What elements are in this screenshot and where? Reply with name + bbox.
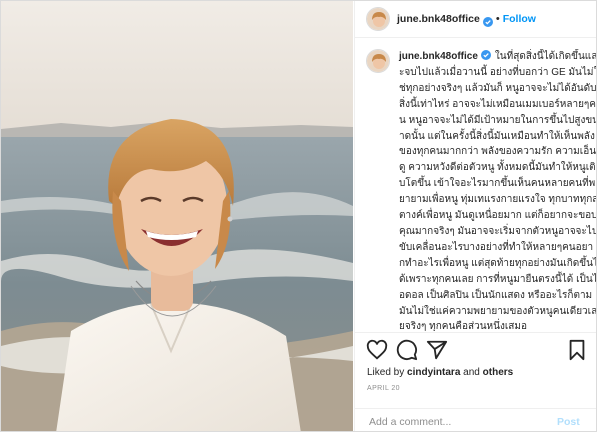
comment-icon[interactable] [396,339,418,361]
liked-others-link[interactable]: others [483,367,514,378]
liked-mid: and [460,367,483,378]
comment-input[interactable] [367,414,551,429]
verified-badge-icon [480,50,491,60]
liked-by-text: Liked by cindyintara and others [367,367,513,378]
post-side-panel: june.bnk48office • Follow june.bnk48offi… [354,1,597,431]
post-date[interactable]: APRIL 20 [367,385,400,392]
add-comment-bar: Post [355,408,596,431]
heart-icon[interactable] [366,339,388,361]
avatar[interactable] [366,7,390,31]
separator-dot: • [495,13,500,25]
follow-button[interactable]: Follow [503,13,536,25]
post-photo[interactable] [1,1,353,431]
username-link[interactable]: june.bnk48office [397,13,480,25]
verified-badge-icon [482,14,493,27]
caption-username[interactable]: june.bnk48office [399,51,478,62]
caption-text: june.bnk48office ในที่สุดสิ่งนี้ได้เกิดขึ… [399,49,597,331]
action-bar: Liked by cindyintara and others APRIL 20 [355,332,596,409]
caption-body: ในที่สุดสิ่งนี้ได้เกิดขึ้นและจบไปแล้วเมื… [399,51,597,331]
caption-row: june.bnk48office ในที่สุดสิ่งนี้ได้เกิดขึ… [355,49,597,331]
liked-user-link[interactable]: cindyintara [407,367,460,378]
post-button[interactable]: Post [557,416,580,428]
post-header: june.bnk48office • Follow [355,1,596,38]
share-icon[interactable] [426,339,448,361]
bookmark-icon[interactable] [566,339,588,361]
liked-prefix: Liked by [367,367,408,378]
caption-area: june.bnk48office ในที่สุดสิ่งนี้ได้เกิดขึ… [355,49,597,331]
instagram-post-modal: june.bnk48office • Follow june.bnk48offi… [0,0,597,432]
caption-avatar[interactable] [366,49,390,73]
